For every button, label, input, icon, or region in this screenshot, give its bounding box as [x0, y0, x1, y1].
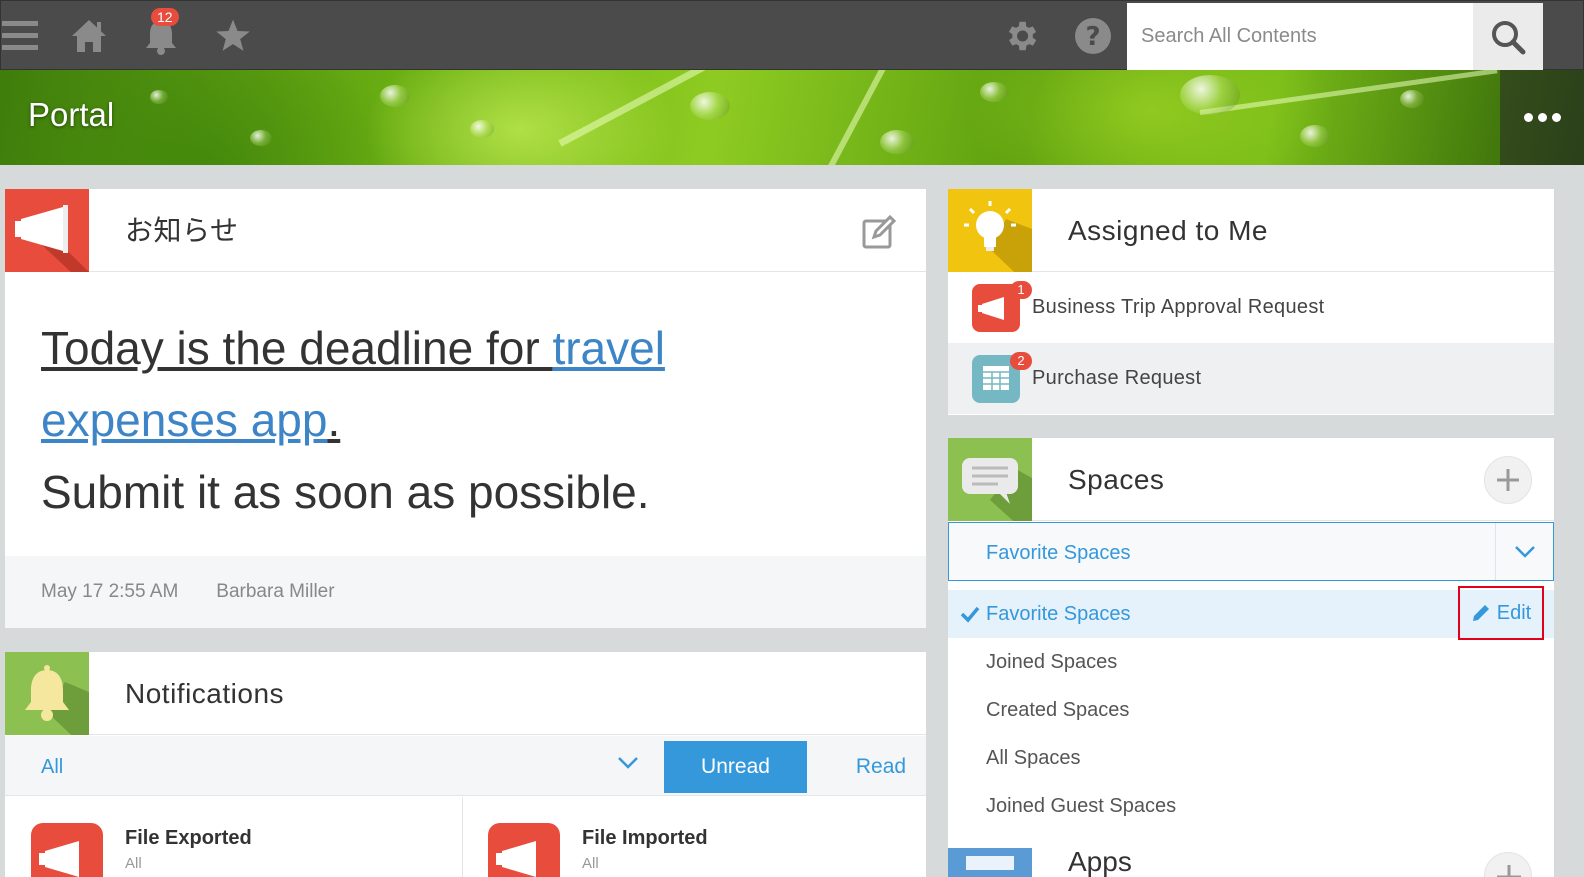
home-icon[interactable] — [69, 1, 109, 71]
notification-bell-icon[interactable]: 12 — [141, 1, 181, 71]
top-navigation-bar: 12 ? — [0, 0, 1584, 70]
megaphone-icon — [31, 823, 103, 877]
water-drop-decoration — [380, 85, 410, 107]
announcement-title: お知らせ — [125, 215, 239, 246]
spaces-select-value: Favorite Spaces — [986, 542, 1131, 564]
search-input[interactable] — [1127, 3, 1473, 70]
spaces-option-guest[interactable]: Joined Guest Spaces — [948, 782, 1554, 830]
edit-pencil-icon[interactable] — [862, 215, 896, 249]
notification-title: File Imported — [582, 827, 708, 849]
spaces-dropdown-menu: Favorite Spaces Edit Joined Spaces Creat… — [948, 586, 1554, 830]
apps-icon — [948, 848, 1032, 877]
chevron-down-icon[interactable] — [617, 756, 639, 770]
water-drop-decoration — [980, 82, 1008, 102]
announcement-footer: May 17 2:55 AM Barbara Miller — [5, 556, 926, 628]
assigned-item[interactable]: 1 Business Trip Approval Request — [948, 272, 1554, 343]
more-options-button[interactable] — [1500, 70, 1584, 165]
travel-expenses-app-link[interactable]: expenses app — [41, 394, 327, 446]
add-space-button[interactable] — [1484, 456, 1532, 504]
page-title: Portal — [28, 96, 115, 133]
announcement-panel: お知らせ Today is the deadline for travel ex… — [5, 189, 926, 628]
svg-text:?: ? — [1085, 22, 1100, 52]
notification-count-badge: 12 — [151, 8, 179, 26]
apps-title: Apps — [1068, 848, 1132, 877]
pencil-icon — [1472, 605, 1489, 621]
water-drop-decoration — [250, 130, 272, 146]
spaces-title: Spaces — [1068, 464, 1165, 495]
favorites-star-icon[interactable] — [213, 1, 253, 71]
settings-gear-icon[interactable] — [1001, 1, 1041, 71]
plus-icon — [1497, 469, 1519, 491]
lightbulb-icon — [948, 189, 1032, 272]
announcement-text: Submit it as soon as possible. — [41, 466, 650, 518]
spaces-header: Spaces — [948, 438, 1554, 521]
announcement-date: May 17 2:55 AM — [41, 581, 179, 602]
announcement-body: Today is the deadline for travel expense… — [5, 272, 926, 558]
megaphone-icon — [5, 189, 89, 272]
announcement-text: . — [327, 394, 341, 446]
portal-banner: Portal — [0, 70, 1584, 165]
spaces-panel: Spaces Favorite Spaces Favorite Spaces E… — [948, 438, 1554, 848]
water-drop-decoration — [1300, 125, 1330, 147]
spaces-filter-select[interactable]: Favorite Spaces — [948, 522, 1554, 581]
spaces-option-label: Joined Spaces — [986, 651, 1118, 673]
edit-favorites-button[interactable]: Edit — [1458, 586, 1544, 640]
search-icon — [1492, 20, 1526, 54]
notifications-panel: Notifications All Unread Read File Expor… — [5, 652, 926, 877]
notification-subtitle: All — [582, 855, 599, 872]
menu-icon[interactable] — [1, 1, 39, 71]
spaces-option-all[interactable]: All Spaces — [948, 734, 1554, 782]
notifications-filter-bar: All Unread Read — [5, 736, 926, 796]
travel-expenses-app-link[interactable]: travel — [552, 322, 664, 374]
water-drop-decoration — [150, 90, 168, 104]
announcement-header: お知らせ — [5, 189, 926, 272]
notifications-filter-select[interactable]: All — [41, 736, 63, 796]
notification-card[interactable]: File Exported All — [5, 797, 463, 877]
unread-tab-button[interactable]: Unread — [664, 741, 807, 793]
assigned-count-badge: 2 — [1010, 352, 1032, 370]
plus-icon — [1497, 865, 1521, 877]
water-drop-decoration — [1400, 90, 1424, 108]
water-drop-decoration — [1180, 75, 1240, 115]
spaces-option-label: Created Spaces — [986, 699, 1130, 721]
apps-panel: Apps — [948, 848, 1554, 877]
speech-bubble-icon — [948, 438, 1032, 521]
announcement-text: Today is the deadline for — [41, 322, 553, 374]
search-button[interactable] — [1473, 3, 1543, 70]
water-drop-decoration — [690, 92, 730, 120]
notifications-header: Notifications — [5, 652, 926, 735]
water-drop-decoration — [880, 130, 914, 154]
dropdown-toggle[interactable] — [1495, 523, 1553, 580]
add-app-button[interactable] — [1484, 852, 1532, 877]
spaces-option-label: All Spaces — [986, 747, 1081, 769]
help-question-icon[interactable]: ? — [1073, 1, 1113, 71]
edit-label: Edit — [1496, 602, 1532, 624]
chevron-down-icon — [1514, 545, 1535, 558]
assigned-title: Assigned to Me — [1068, 215, 1268, 246]
bell-icon — [5, 652, 89, 735]
leaf-vein-decoration — [1199, 70, 1498, 115]
spaces-option-label: Favorite Spaces — [986, 603, 1131, 625]
spaces-option-label: Joined Guest Spaces — [986, 795, 1177, 817]
assigned-item[interactable]: 2 Purchase Request — [948, 343, 1554, 414]
notification-title: File Exported — [125, 827, 252, 849]
notifications-title: Notifications — [125, 678, 285, 709]
checkmark-icon — [960, 606, 980, 623]
water-drop-decoration — [470, 120, 494, 138]
assigned-count-badge: 1 — [1010, 281, 1032, 299]
notification-card[interactable]: File Imported All — [462, 797, 926, 877]
announcement-author[interactable]: Barbara Miller — [216, 581, 334, 603]
assigned-header: Assigned to Me — [948, 189, 1554, 272]
notification-subtitle: All — [125, 855, 142, 872]
assigned-item-label: Business Trip Approval Request — [1032, 296, 1325, 318]
read-tab-button[interactable]: Read — [831, 741, 926, 793]
spaces-option-favorite[interactable]: Favorite Spaces Edit — [948, 586, 1554, 640]
megaphone-icon — [488, 823, 560, 877]
assigned-item-label: Purchase Request — [1032, 367, 1202, 389]
spaces-option-joined[interactable]: Joined Spaces — [948, 638, 1554, 686]
assigned-to-me-panel: Assigned to Me 1 Business Trip Approval … — [948, 189, 1554, 415]
spaces-option-created[interactable]: Created Spaces — [948, 686, 1554, 734]
